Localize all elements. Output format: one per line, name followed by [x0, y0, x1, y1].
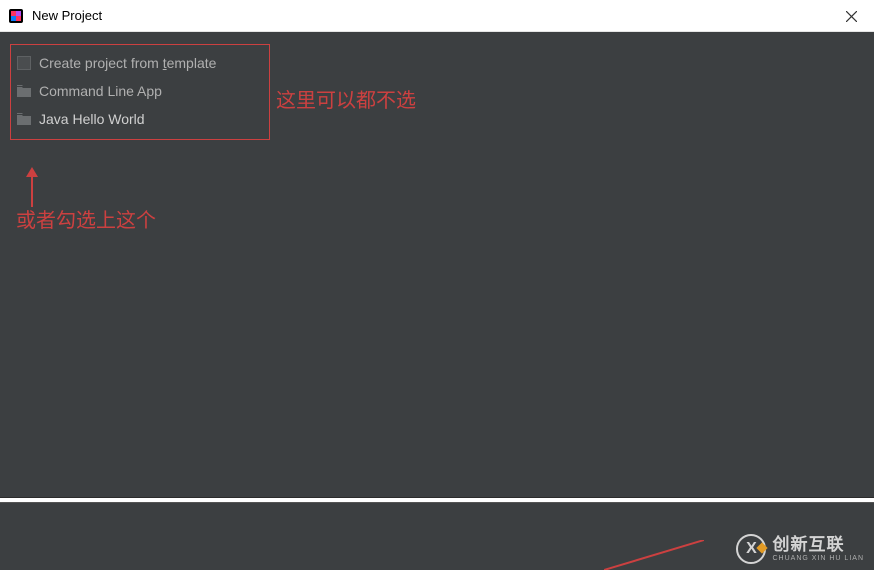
- create-from-template-row[interactable]: Create project from template: [15, 49, 265, 77]
- template-item-label: Command Line App: [39, 83, 162, 99]
- template-item-java-hello-world[interactable]: Java Hello World: [15, 105, 265, 133]
- close-button[interactable]: [828, 0, 874, 32]
- annotation-arrow-icon: [24, 167, 40, 207]
- template-item-label: Java Hello World: [39, 111, 145, 127]
- template-selection-box: Create project from template Command Lin…: [10, 44, 270, 140]
- watermark-title: 创新互联: [772, 536, 864, 553]
- watermark-subtitle: CHUANG XIN HU LIAN: [772, 555, 864, 562]
- app-icon: [8, 8, 24, 24]
- annotation-below: 或者勾选上这个: [16, 204, 156, 233]
- watermark: X 创新互联 CHUANG XIN HU LIAN: [736, 534, 864, 564]
- watermark-logo-icon: X: [736, 534, 766, 564]
- folder-icon: [17, 113, 31, 125]
- watermark-text: 创新互联 CHUANG XIN HU LIAN: [772, 536, 864, 562]
- close-icon: [846, 11, 857, 22]
- bottom-panel: X 创新互联 CHUANG XIN HU LIAN: [0, 502, 874, 570]
- create-from-template-label: Create project from template: [39, 55, 216, 71]
- window-title: New Project: [32, 8, 102, 23]
- title-bar: New Project: [0, 0, 874, 32]
- annotation-right: 这里可以都不选: [276, 84, 416, 113]
- create-from-template-checkbox[interactable]: [17, 56, 31, 70]
- folder-icon: [17, 85, 31, 97]
- annotation-diagonal-line: [604, 540, 704, 570]
- main-panel: Create project from template Command Lin…: [0, 32, 874, 498]
- template-item-command-line-app[interactable]: Command Line App: [15, 77, 265, 105]
